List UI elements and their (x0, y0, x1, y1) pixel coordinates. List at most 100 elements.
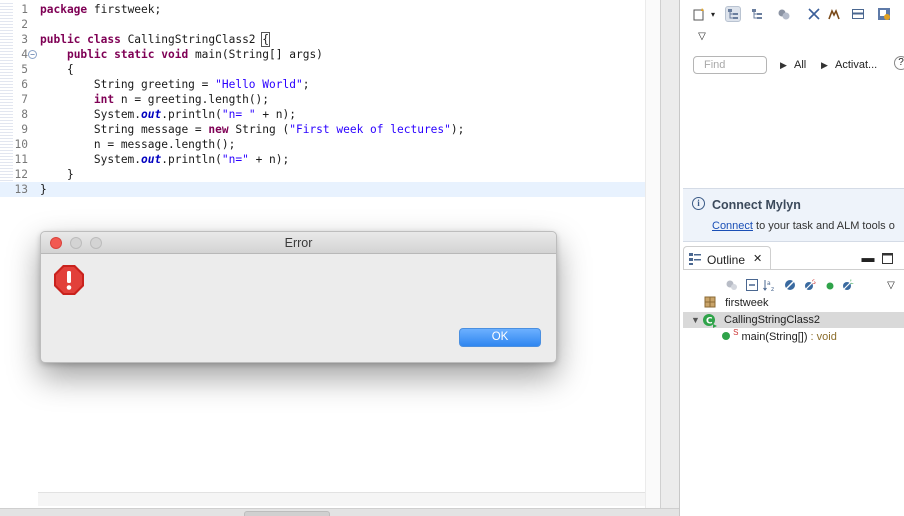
line-number: 10 (14, 138, 28, 151)
vertical-scrollbar[interactable] (645, 0, 660, 508)
mylyn-description: Connect to your task and ALM tools o (712, 220, 895, 232)
package-label: firstweek (725, 297, 769, 309)
code-text[interactable]: n = message.length(); (40, 137, 235, 152)
line-number: 2 (21, 18, 28, 31)
line-number: 3 (21, 33, 28, 46)
code-lines[interactable]: 1 package firstweek; 2 3 public class Callin… (0, 2, 660, 197)
code-line[interactable]: 2 (0, 17, 660, 32)
static-marker-icon: S (733, 328, 739, 337)
line-number: 9 (21, 123, 28, 136)
tree-item-method[interactable]: S main(String[]) : void (722, 328, 837, 345)
chevron-down-icon[interactable]: ▼ (691, 312, 700, 328)
activate-expand-icon: ▶ (821, 60, 828, 70)
class-icon: C (702, 313, 718, 333)
hide-local-types-icon[interactable]: L (840, 277, 856, 293)
minimize-view-icon[interactable] (850, 6, 866, 22)
tree-item-class[interactable]: ▼ C CallingStringClass2 (683, 312, 904, 328)
outline-divider (683, 269, 904, 270)
code-text[interactable]: { (40, 62, 74, 77)
code-text[interactable]: } (40, 167, 74, 182)
code-line[interactable]: 1 package firstweek; (0, 2, 660, 17)
right-panel: ▾ ▽ ▶ All ▶ Activat... ? i Connect Mylyn… (679, 0, 904, 516)
task-find-input[interactable] (693, 56, 767, 74)
line-number: 5 (21, 63, 28, 76)
bottom-resize-handle[interactable] (244, 511, 330, 516)
package-icon (704, 296, 718, 308)
code-line[interactable]: 11 System.out.println("n=" + n); (0, 152, 660, 167)
code-line[interactable]: 9 String message = new String ("First we… (0, 122, 660, 137)
collapse-all-icon[interactable] (744, 277, 760, 293)
line-number: 7 (21, 93, 28, 106)
public-method-icon (722, 332, 730, 340)
hide-non-public-icon[interactable] (822, 277, 838, 293)
svg-text:z: z (771, 286, 774, 292)
activate-task-link[interactable]: Activat... (835, 59, 877, 71)
code-text[interactable]: String greeting = "Hello World"; (40, 77, 310, 92)
class-label: CallingStringClass2 (724, 314, 820, 326)
open-perspective-icon[interactable] (876, 6, 892, 22)
minimize-icon[interactable]: ▬ (860, 250, 876, 266)
scheduled-view-icon[interactable] (749, 6, 765, 22)
line-number: 1 (21, 3, 28, 16)
fold-toggle-icon[interactable]: − (28, 50, 37, 59)
repository-icon[interactable] (776, 6, 792, 22)
bottom-status-strip (0, 508, 679, 516)
mylyn-description-text: to your task and ALM tools o (752, 220, 895, 232)
line-number: 4 (21, 48, 28, 61)
info-icon: i (692, 197, 705, 210)
close-icon[interactable]: ✕ (753, 252, 762, 265)
code-line[interactable]: 3 public class CallingStringClass2 { (0, 32, 660, 47)
maximize-icon[interactable] (879, 250, 895, 266)
help-icon[interactable]: ? (894, 56, 904, 70)
code-line[interactable]: 5 { (0, 62, 660, 77)
method-label: main(String[]) (741, 331, 808, 343)
code-text[interactable]: public class CallingStringClass2 { (40, 32, 270, 47)
code-line[interactable]: 7 int n = greeting.length(); (0, 92, 660, 107)
code-text[interactable]: package firstweek; (40, 2, 161, 17)
code-text[interactable]: int n = greeting.length(); (40, 92, 269, 107)
code-line[interactable]: 8 System.out.println("n= " + n); (0, 107, 660, 122)
line-number: 6 (21, 78, 28, 91)
outline-view-icon (688, 252, 702, 269)
error-icon (53, 264, 85, 299)
sort-icon[interactable]: az (762, 277, 778, 293)
collapse-all-tasks-icon[interactable] (806, 6, 822, 22)
focus-active-task-icon[interactable] (724, 277, 740, 293)
error-dialog: Error OK (40, 231, 557, 363)
connect-mylyn-panel: i Connect Mylyn Connect to your task and… (683, 188, 904, 242)
svg-text:C: C (706, 317, 713, 327)
all-expand-icon: ▶ (780, 60, 787, 70)
dialog-titlebar[interactable]: Error (41, 232, 556, 254)
hide-fields-icon[interactable] (782, 277, 798, 293)
outline-tab-label: Outline (707, 253, 746, 267)
focus-icon[interactable] (826, 6, 842, 22)
ok-button[interactable]: OK (459, 328, 541, 347)
code-line[interactable]: 6 String greeting = "Hello World"; (0, 77, 660, 92)
line-number: 8 (21, 108, 28, 121)
mylyn-title: Connect Mylyn (712, 198, 801, 212)
code-text[interactable]: public static void main(String[] args) (40, 47, 323, 62)
connect-link[interactable]: Connect (712, 220, 753, 232)
line-number: 13 (14, 183, 28, 196)
tree-item-package[interactable]: firstweek (704, 295, 768, 311)
dialog-title: Error (284, 236, 313, 250)
code-text[interactable]: } (40, 182, 47, 197)
code-text[interactable]: System.out.println("n= " + n); (40, 107, 296, 122)
code-line[interactable]: 10 n = message.length(); (0, 137, 660, 152)
line-number: 12 (14, 168, 28, 181)
code-text[interactable]: System.out.println("n=" + n); (40, 152, 289, 167)
tab-outline[interactable]: Outline ✕ (683, 246, 771, 270)
outline-view-menu-icon[interactable]: ▽ (883, 277, 899, 293)
code-text[interactable]: String message = new String ("First week… (40, 122, 465, 137)
hide-static-icon[interactable]: S (802, 277, 818, 293)
code-line[interactable]: 13} (0, 182, 645, 197)
view-menu-icon[interactable]: ▽ (694, 28, 710, 44)
method-return-type: : void (807, 331, 837, 343)
code-line[interactable]: 12 } (0, 167, 660, 182)
line-number: 11 (14, 153, 28, 166)
dropdown-arrow-icon[interactable]: ▾ (705, 6, 721, 22)
code-line[interactable]: 4− public static void main(String[] args… (0, 47, 660, 62)
categorized-view-icon[interactable] (725, 6, 741, 22)
all-tasks-link[interactable]: All (794, 59, 806, 71)
horizontal-scrollbar[interactable] (38, 492, 660, 506)
